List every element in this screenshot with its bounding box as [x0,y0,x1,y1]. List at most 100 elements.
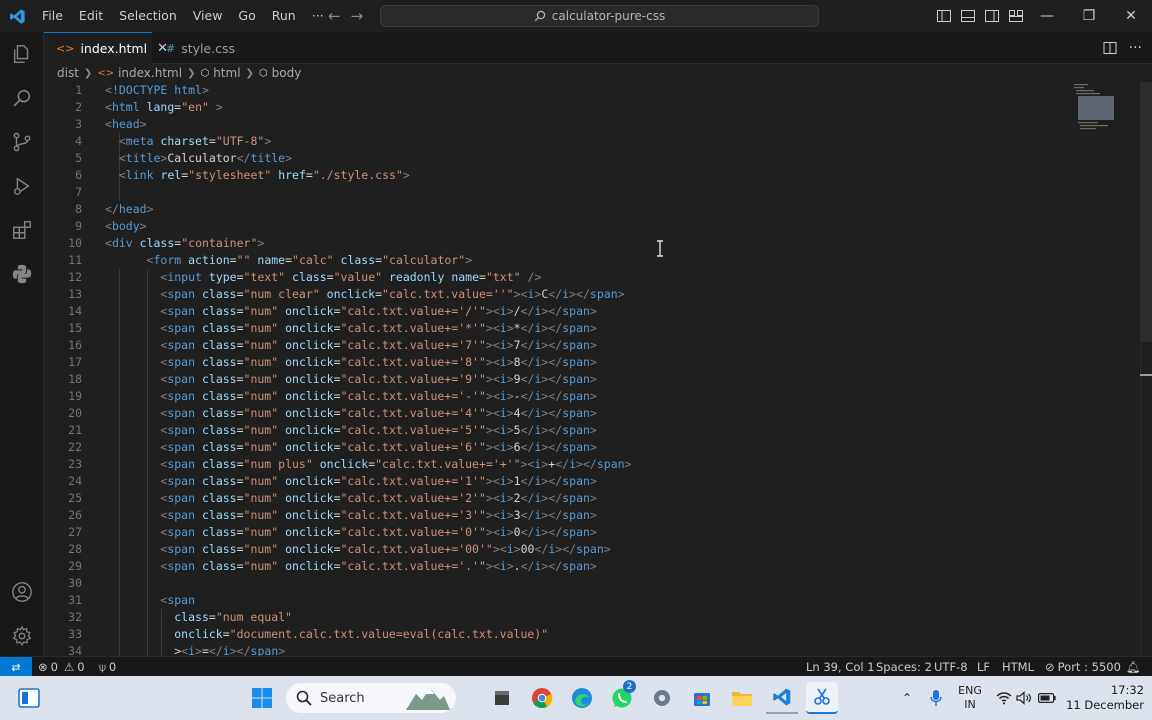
code-line[interactable]: 13 <span class="num clear" onclick="calc… [44,286,1064,303]
indentation[interactable]: Spaces: 2 [876,657,932,677]
edge-icon[interactable] [566,682,598,714]
extensions-icon[interactable] [0,208,44,252]
code-line[interactable]: 19 <span class="num" onclick="calc.txt.v… [44,388,1064,405]
minimap[interactable] [1072,82,1118,134]
notifications-bell-icon[interactable]: 🔔︎ [1126,657,1141,677]
close-window-icon[interactable]: ✕ [1110,0,1152,32]
settings-taskbar-icon[interactable] [646,682,678,714]
more-actions-icon[interactable]: ··· [1129,40,1142,56]
code-line[interactable]: 1 <!DOCTYPE html> [44,82,1064,99]
start-menu-icon[interactable] [246,682,278,714]
search-activity-icon[interactable] [0,76,44,120]
remote-indicator-icon[interactable]: ⇄ [0,657,32,677]
toggle-primary-sidebar-icon[interactable] [936,8,952,24]
chevron-up-icon[interactable]: ⌃ [898,682,916,714]
microphone-icon[interactable] [926,682,946,714]
code-editor[interactable]: 1 <!DOCTYPE html> 2 <html lang="en" > 3 <head… [44,82,1140,656]
menu-view[interactable]: View [185,0,231,32]
vscode-logo-icon[interactable] [2,0,32,32]
volume-icon[interactable] [1014,682,1034,714]
folder-icon[interactable] [726,682,758,714]
code-line[interactable]: 23 <span class="num plus" onclick="calc.… [44,456,1064,473]
toggle-panel-icon[interactable] [960,8,976,24]
run-and-debug-icon[interactable] [0,164,44,208]
file-explorer-taskbar-icon[interactable] [486,682,518,714]
code-line[interactable]: 29 <span class="num" onclick="calc.txt.v… [44,558,1064,575]
code-line[interactable]: 2 <html lang="en" > [44,99,1064,116]
code-line[interactable]: 5 <title>Calculator</title> [44,150,1064,167]
code-line[interactable]: 18 <span class="num" onclick="calc.txt.v… [44,371,1064,388]
code-line[interactable]: 8 </head> [44,201,1064,218]
problems-indicator[interactable]: ⊗ 0 ⚠ 0 [38,657,85,677]
code-line[interactable]: 22 <span class="num" onclick="calc.txt.v… [44,439,1064,456]
menu-run[interactable]: Run [264,0,304,32]
line-number: 22 [68,440,82,454]
snipping-tool-icon[interactable] [806,682,838,714]
wifi-icon[interactable] [994,682,1014,714]
tab-style-css[interactable]: # style.css [152,32,256,64]
accounts-icon[interactable] [0,570,44,614]
battery-icon[interactable] [1036,682,1058,714]
code-line[interactable]: 6 <link rel="stylesheet" href="./style.c… [44,167,1064,184]
code-line[interactable]: 30 [44,575,1064,592]
code-line[interactable]: 7 [44,184,1064,201]
live-server-port[interactable]: ⊘ Port : 5500 [1045,657,1121,677]
code-line[interactable]: 34 ><i>=</i></span> [44,643,1064,656]
language-indicator[interactable]: ENG IN [954,684,986,712]
code-line[interactable]: 21 <span class="num" onclick="calc.txt.v… [44,422,1064,439]
taskbar-search[interactable]: Search [286,683,456,713]
code-line[interactable]: 16 <span class="num" onclick="calc.txt.v… [44,337,1064,354]
code-line[interactable]: 31 <span [44,592,1064,609]
system-clock[interactable]: 17:32 11 December [1062,683,1144,713]
scrollbar-thumb[interactable] [1140,82,1152,342]
code-line[interactable]: 33 onclick="document.calc.txt.value=eval… [44,626,1064,643]
split-editor-icon[interactable] [1103,41,1117,55]
code-line[interactable]: 25 <span class="num" onclick="calc.txt.v… [44,490,1064,507]
forward-arrow-icon[interactable]: → [351,7,364,25]
task-view-icon[interactable] [14,682,44,714]
tab-index-html[interactable]: <> index.html ✕ [44,32,168,64]
menu-edit[interactable]: Edit [71,0,111,32]
python-icon[interactable] [0,252,44,296]
code-line[interactable]: 27 <span class="num" onclick="calc.txt.v… [44,524,1064,541]
ports-indicator[interactable]: ⍦ 0 [99,657,116,677]
code-line[interactable]: 15 <span class="num" onclick="calc.txt.v… [44,320,1064,337]
breadcrumb-body[interactable]: body [272,66,302,80]
vscode-taskbar-icon[interactable] [766,682,798,714]
menu-go[interactable]: Go [230,0,263,32]
microsoft-store-icon[interactable] [686,682,718,714]
code-line[interactable]: 10 <div class="container"> [44,235,1064,252]
explorer-icon[interactable] [0,32,44,76]
code-line[interactable]: 28 <span class="num" onclick="calc.txt.v… [44,541,1064,558]
code-line[interactable]: 9 <body> [44,218,1064,235]
code-line[interactable]: 3 <head> [44,116,1064,133]
code-line[interactable]: 26 <span class="num" onclick="calc.txt.v… [44,507,1064,524]
source-control-icon[interactable] [0,120,44,164]
code-line[interactable]: 24 <span class="num" onclick="calc.txt.v… [44,473,1064,490]
cursor-position[interactable]: Ln 39, Col 1 [806,657,875,677]
code-line[interactable]: 32 class="num equal" [44,609,1064,626]
back-arrow-icon[interactable]: ← [328,7,341,25]
menu-file[interactable]: File [34,0,71,32]
command-center-search[interactable]: calculator-pure-css [380,5,819,27]
code-line[interactable]: 12 <input type="text" class="value" read… [44,269,1064,286]
language-mode[interactable]: HTML [1002,657,1034,677]
restore-icon[interactable]: ❐ [1068,0,1110,32]
code-line[interactable]: 14 <span class="num" onclick="calc.txt.v… [44,303,1064,320]
breadcrumb-html[interactable]: html [213,66,240,80]
code-line[interactable]: 17 <span class="num" onclick="calc.txt.v… [44,354,1064,371]
settings-gear-icon[interactable] [0,614,44,658]
code-line[interactable]: 4 <meta charset="UTF-8"> [44,133,1064,150]
customize-layout-icon[interactable] [1008,8,1024,24]
chrome-icon[interactable] [526,682,558,714]
minimize-icon[interactable]: — [1026,0,1068,32]
menu-selection[interactable]: Selection [111,0,185,32]
whatsapp-icon[interactable]: 2 [606,680,638,714]
toggle-secondary-sidebar-icon[interactable] [984,8,1000,24]
breadcrumb-folder[interactable]: dist [57,66,79,80]
end-of-line[interactable]: LF [977,657,990,677]
breadcrumb-file[interactable]: index.html [118,66,182,80]
code-line[interactable]: 20 <span class="num" onclick="calc.txt.v… [44,405,1064,422]
code-line[interactable]: 11 <form action="" name="calc" class="ca… [44,252,1064,269]
encoding[interactable]: UTF-8 [934,657,968,677]
